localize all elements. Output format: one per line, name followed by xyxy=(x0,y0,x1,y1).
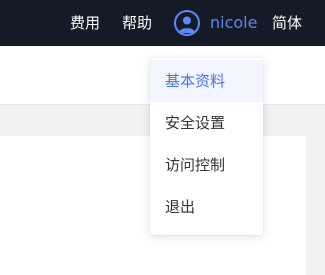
username-label: nicole xyxy=(210,13,258,32)
top-navigation-bar: 费用 帮助 nicole 简体 xyxy=(0,0,325,46)
nav-fees-link[interactable]: 费用 xyxy=(70,13,100,33)
user-menu-trigger[interactable]: nicole xyxy=(174,10,257,36)
language-switch[interactable]: 简体 xyxy=(272,13,302,33)
menu-item-security-settings[interactable]: 安全设置 xyxy=(150,102,263,144)
menu-item-access-control[interactable]: 访问控制 xyxy=(150,144,263,186)
menu-item-logout[interactable]: 退出 xyxy=(150,186,263,228)
nav-help-link[interactable]: 帮助 xyxy=(122,13,152,33)
menu-item-basic-profile[interactable]: 基本资料 xyxy=(150,60,263,102)
user-avatar-icon xyxy=(174,10,200,36)
user-dropdown-menu: 基本资料 安全设置 访问控制 退出 xyxy=(150,58,263,235)
